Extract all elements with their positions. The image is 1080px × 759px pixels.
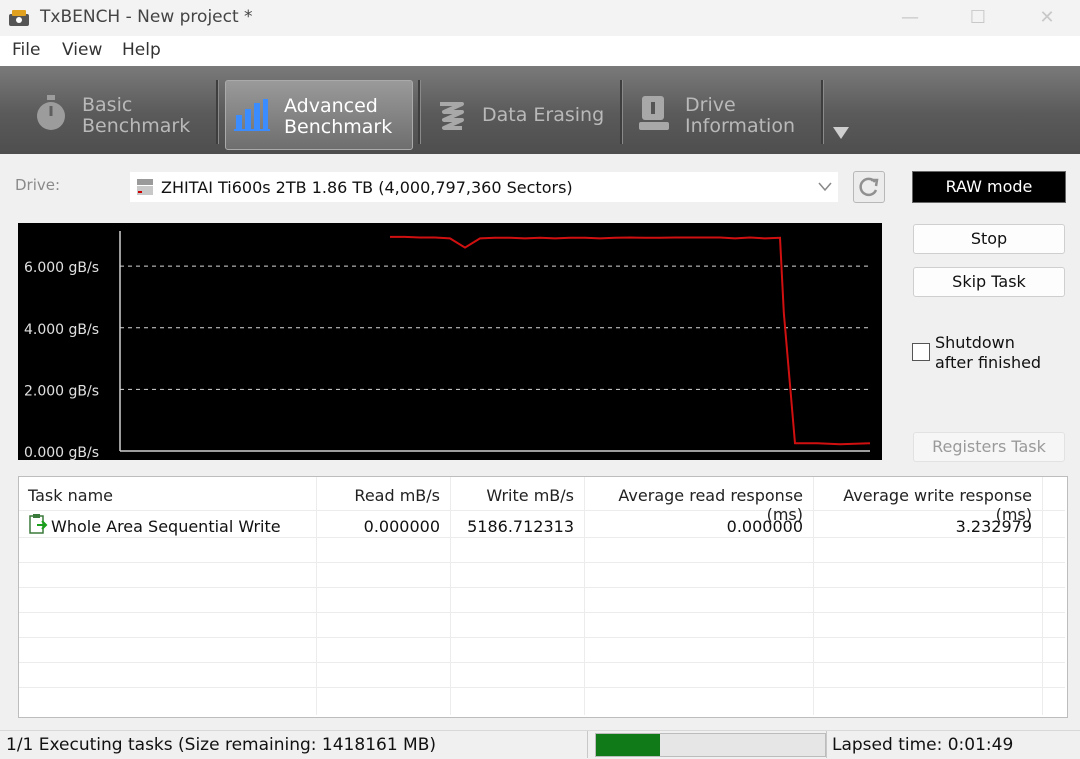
tab-separator [216, 80, 219, 144]
progress-bar [595, 733, 826, 757]
drive-icon [137, 179, 153, 195]
shutdown-checkbox[interactable] [912, 343, 930, 361]
tab-advanced-benchmark[interactable]: Advanced Benchmark [225, 80, 413, 150]
close-button[interactable]: ✕ [1034, 6, 1060, 30]
raw-mode-indicator[interactable]: RAW mode [912, 171, 1066, 203]
chart-svg: 0.000 gB/s 2.000 gB/s 4.000 gB/s 6.000 gB/s [24, 231, 871, 461]
stopwatch-icon [37, 95, 65, 130]
status-separator [826, 731, 827, 758]
app-logo-icon [9, 10, 29, 26]
tab-separator [418, 80, 421, 144]
drive-label: Drive: [15, 176, 61, 194]
erase-icon [440, 102, 464, 130]
tab-data-erasing[interactable]: Data Erasing [430, 80, 616, 148]
shutdown-label-line2: after finished [935, 353, 1042, 372]
column-divider [1042, 477, 1043, 715]
row-divider [19, 637, 1065, 638]
row-divider [19, 537, 1065, 538]
maximize-button[interactable]: ☐ [965, 6, 991, 30]
skip-task-button[interactable]: Skip Task [913, 267, 1065, 297]
chevron-down-icon[interactable] [818, 182, 832, 192]
refresh-icon [859, 177, 879, 197]
window-title: TxBENCH - New project * [40, 7, 253, 27]
bar-chart-icon [234, 99, 270, 131]
row-divider [19, 562, 1065, 563]
tab-separator [620, 80, 623, 144]
column-header-write[interactable]: Write mB/s [450, 486, 574, 505]
tab-advanced-label-2: Benchmark [284, 116, 393, 138]
write-cell: 5186.712313 [467, 517, 574, 536]
tab-separator [821, 80, 824, 144]
minimize-button[interactable]: — [897, 6, 923, 30]
row-divider [19, 612, 1065, 613]
read-cell: 0.000000 [363, 517, 440, 536]
avg-write-cell: 3.232979 [955, 517, 1032, 536]
status-tasks: 1/1 Executing tasks (Size remaining: 141… [6, 735, 437, 755]
avg-read-cell: 0.000000 [726, 517, 803, 536]
shutdown-label: Shutdown after finished [935, 333, 1041, 373]
throughput-chart: 0.000 gB/s 2.000 gB/s 4.000 gB/s 6.000 gB/s [18, 223, 882, 461]
menu-help[interactable]: Help [122, 40, 161, 60]
tab-erasing-label: Data Erasing [482, 104, 605, 126]
shutdown-label-line1: Shutdown [935, 333, 1015, 352]
row-divider [19, 587, 1065, 588]
lapsed-time: Lapsed time: 0:01:49 [832, 735, 1014, 755]
y-tick-label: 0.000 gB/s [24, 445, 99, 460]
menu-file[interactable]: File [12, 40, 40, 60]
refresh-button[interactable] [853, 171, 885, 203]
drive-info-icon [639, 96, 669, 130]
column-header-task-name[interactable]: Task name [28, 486, 113, 505]
tab-advanced-label-1: Advanced [284, 95, 378, 117]
tab-basic-label-2: Benchmark [82, 115, 191, 137]
stop-button[interactable]: Stop [913, 224, 1065, 254]
task-name-cell: Whole Area Sequential Write [51, 517, 281, 536]
column-header-read[interactable]: Read mB/s [316, 486, 440, 505]
menu-bar [0, 36, 1080, 66]
tab-drive-label-1: Drive [685, 94, 736, 116]
y-tick-label: 2.000 gB/s [24, 383, 99, 399]
registers-task-button[interactable]: Registers Task [913, 432, 1065, 462]
tab-basic-label-1: Basic [82, 94, 133, 116]
tab-drive-label-2: Information [685, 115, 795, 137]
progress-fill [596, 734, 661, 756]
tab-drive-information[interactable]: Drive Information [632, 80, 818, 148]
series-line [390, 235, 871, 446]
y-tick-label: 4.000 gB/s [24, 322, 99, 338]
row-divider [19, 662, 1065, 663]
row-divider [19, 687, 1065, 688]
toolbar-overflow-chevron-icon[interactable] [832, 126, 850, 140]
status-separator [587, 731, 588, 758]
tab-basic-benchmark[interactable]: Basic Benchmark [30, 80, 216, 148]
task-write-icon [29, 514, 48, 534]
drive-select-value: ZHITAI Ti600s 2TB 1.86 TB (4,000,797,360… [161, 178, 573, 197]
y-tick-label: 6.000 gB/s [24, 260, 99, 276]
menu-view[interactable]: View [62, 40, 102, 60]
